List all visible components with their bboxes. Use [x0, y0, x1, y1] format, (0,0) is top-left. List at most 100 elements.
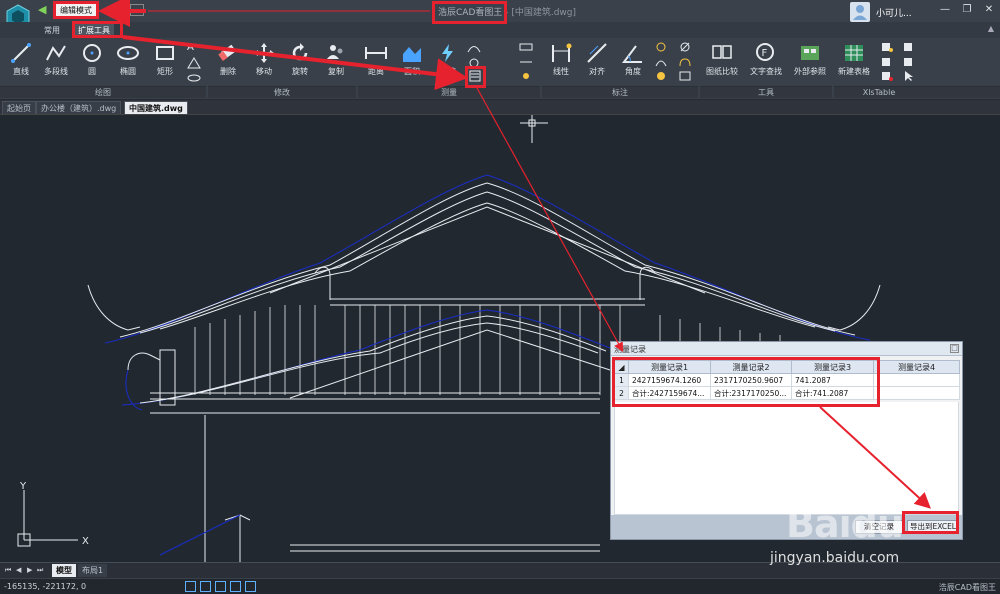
table-cell[interactable]: 2427159674.1260 [628, 373, 711, 387]
tool-distance[interactable]: 距离 [359, 40, 393, 84]
xls-import-icon[interactable] [880, 41, 894, 53]
tool-aligned-dim-label: 对齐 [589, 67, 605, 76]
snap-icon[interactable] [215, 581, 226, 592]
tool-circle[interactable]: 圆 [75, 40, 109, 84]
tab-extension-tools[interactable]: 扩展工具 [74, 24, 114, 37]
table-cell[interactable]: 合计:2427159674... [628, 386, 711, 400]
dialog-title-bar[interactable]: 测量记录 □ [611, 342, 962, 356]
text-icon[interactable]: A [187, 42, 201, 54]
app-window: ◀ 编辑模式 浩辰CAD看图王 - [中国建筑.dwg] 小可儿... — ❐ … [0, 0, 1000, 594]
ortho-icon[interactable] [200, 581, 211, 592]
line-icon [11, 43, 31, 63]
measure-settings-icon[interactable] [519, 70, 533, 82]
group-measure-label: 测量 [358, 86, 540, 98]
table-cell[interactable]: 合计:741.2087 [791, 386, 874, 400]
close-icon[interactable]: ✕ [982, 3, 996, 17]
xls-edit-icon[interactable] [880, 70, 894, 82]
measure-radius-icon[interactable] [467, 56, 481, 68]
tool-new-table[interactable]: 新建表格 [836, 40, 872, 84]
fullscreen-icon[interactable] [245, 581, 256, 592]
annot-arc-icon[interactable] [654, 56, 668, 68]
tool-drawing-compare[interactable]: 图纸比较 [704, 40, 740, 84]
back-arrow-icon[interactable]: ◀ [38, 3, 46, 16]
column-header[interactable]: 测量记录3 [791, 360, 874, 374]
xls-export-icon[interactable] [880, 56, 894, 68]
tool-quick-measure[interactable]: 快速 [431, 40, 465, 84]
tool-angle-dim[interactable]: 角度 [616, 40, 650, 84]
table-cell[interactable]: 合计:2317170250... [710, 386, 792, 400]
tool-drawing-compare-label: 图纸比较 [706, 67, 738, 76]
restore-icon[interactable]: ❐ [960, 3, 974, 17]
avatar[interactable] [850, 2, 870, 22]
minimize-icon[interactable]: — [938, 3, 952, 17]
tool-ellipse[interactable]: 椭圆 [111, 40, 145, 84]
shape-icon[interactable] [187, 57, 201, 69]
clear-records-button[interactable]: 清空记录 [855, 520, 903, 534]
next-layout-icon[interactable]: ▶ [27, 566, 32, 574]
user-name[interactable]: 小可儿... [876, 6, 912, 19]
tool-linear-dim-label: 线性 [553, 67, 569, 76]
last-layout-icon[interactable]: ⏭ [37, 566, 43, 575]
table-cell[interactable]: 2317170250.9607 [710, 373, 792, 387]
tool-rectangle[interactable]: 矩形 [148, 40, 182, 84]
measure-record-icon[interactable] [469, 70, 483, 82]
text-find-icon: F [756, 43, 774, 61]
doc-tab-china-building[interactable]: 中国建筑.dwg [124, 101, 188, 114]
measure-coord-icon[interactable] [519, 56, 533, 68]
tool-erase[interactable]: 删除 [211, 40, 245, 84]
tool-xref-label: 外部参照 [794, 67, 826, 76]
edit-mode-button[interactable]: 编辑模式 [56, 4, 96, 17]
tool-copy[interactable]: 复制 [319, 40, 353, 84]
annot-leader-icon[interactable] [654, 41, 668, 53]
window-title-app: 浩辰CAD看图王 [438, 8, 503, 18]
table-row[interactable]: 1 2427159674.1260 2317170250.9607 741.20… [614, 373, 960, 387]
annot-note-icon[interactable] [678, 70, 692, 82]
table-header-row: ◢ 测量记录1 测量记录2 测量记录3 测量记录4 [614, 360, 960, 374]
ribbon-collapse-icon[interactable]: ▲ [988, 24, 994, 33]
tool-line[interactable]: 直线 [4, 40, 38, 84]
tool-rotate[interactable]: 旋转 [283, 40, 317, 84]
xls-select-icon[interactable] [902, 70, 916, 82]
xref-icon [801, 46, 819, 60]
grid-icon[interactable] [230, 581, 241, 592]
group-tools-label: 工具 [700, 86, 832, 98]
doc-tab-office[interactable]: 办公楼（建筑）.dwg [36, 101, 122, 114]
tool-aligned-dim[interactable]: 对齐 [580, 40, 614, 84]
table-row[interactable]: 2 合计:2427159674... 合计:2317170250... 合计:7… [614, 386, 960, 400]
tool-text-find[interactable]: F 文字查找 [746, 40, 786, 84]
tool-xref[interactable]: 外部参照 [790, 40, 830, 84]
zoom-icon[interactable] [185, 581, 196, 592]
column-header[interactable]: 测量记录1 [628, 360, 711, 374]
quick-access-box[interactable] [130, 4, 144, 16]
xls-update-icon[interactable] [902, 56, 916, 68]
measure-arc-icon[interactable] [467, 41, 481, 53]
tool-polyline[interactable]: 多段线 [39, 40, 73, 84]
tool-area[interactable]: 面积 [395, 40, 429, 84]
table-cell[interactable] [873, 373, 960, 387]
column-header[interactable]: 测量记录4 [873, 360, 960, 374]
annot-cloud-icon[interactable] [678, 56, 692, 68]
quick-measure-icon [442, 44, 453, 62]
rotate-icon [292, 43, 308, 61]
first-layout-icon[interactable]: ⏮ [5, 566, 11, 575]
tool-move[interactable]: 移动 [247, 40, 281, 84]
table-cell[interactable] [873, 386, 960, 400]
column-header[interactable]: 测量记录2 [710, 360, 792, 374]
annot-diameter-icon[interactable] [678, 41, 692, 53]
tool-linear-dim[interactable]: 线性 [544, 40, 578, 84]
layout-tab-model[interactable]: 模型 [52, 564, 76, 577]
table-cell[interactable]: 741.2087 [791, 373, 874, 387]
layout-tab-layout1[interactable]: 布局1 [78, 564, 108, 577]
table-corner-cell[interactable]: ◢ [614, 360, 629, 374]
dialog-close-icon[interactable]: □ [950, 344, 959, 353]
export-excel-button[interactable]: 导出到EXCEL [907, 520, 959, 534]
hatch-icon[interactable] [187, 71, 201, 83]
tool-area-label: 面积 [404, 67, 420, 76]
prev-layout-icon[interactable]: ◀ [16, 566, 21, 574]
measure-ruler-icon[interactable] [519, 41, 533, 53]
xls-link-icon[interactable] [902, 41, 916, 53]
doc-tab-start[interactable]: 起始页 [2, 101, 36, 114]
tab-common[interactable]: 常用 [40, 24, 64, 37]
annot-radius-icon[interactable] [654, 70, 668, 82]
angle-dim-icon [622, 45, 642, 63]
